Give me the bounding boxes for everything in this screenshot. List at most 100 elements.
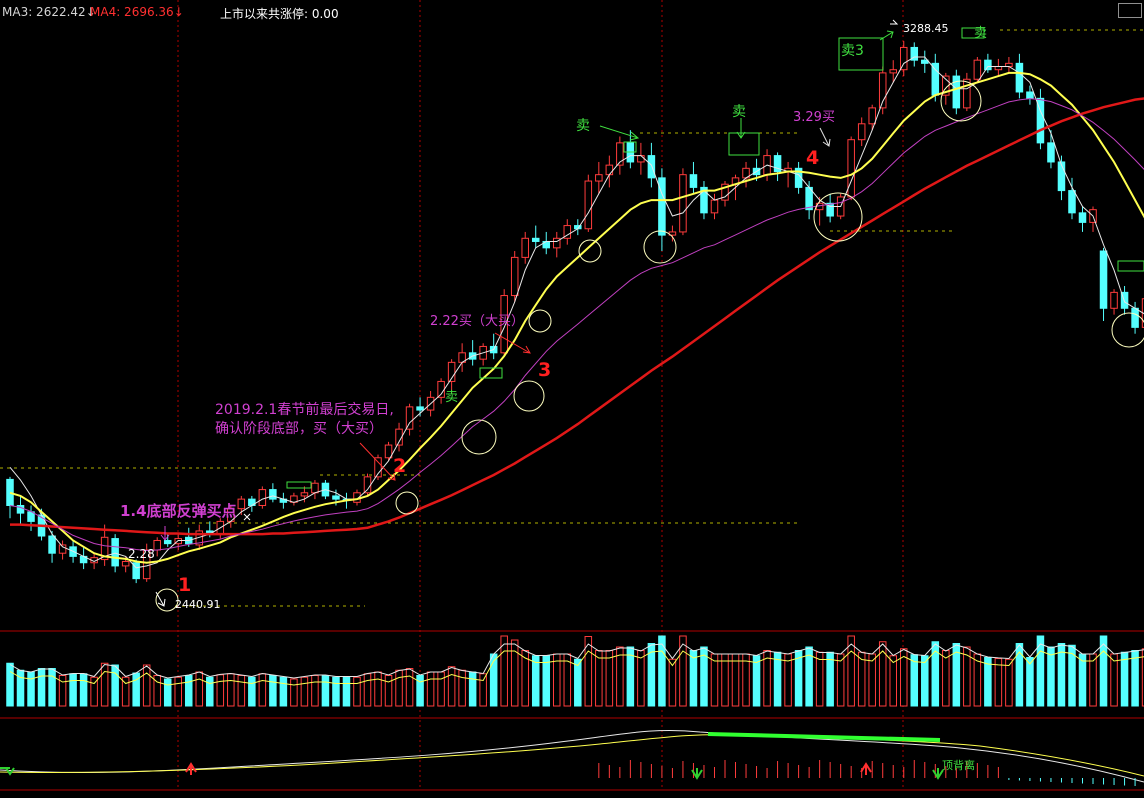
volume-bar (942, 650, 950, 707)
volume-bar (1089, 653, 1097, 707)
limit-up-count: 上市以来共涨停: 0.00 (220, 7, 339, 21)
signal-up-arrow-icon (185, 762, 197, 775)
candle-body (237, 498, 246, 510)
corner-box-icon[interactable] (1118, 3, 1142, 18)
volume-bar (416, 675, 424, 707)
volume-bar (921, 655, 929, 707)
volume-bar (574, 658, 582, 707)
volume-bar (363, 673, 372, 707)
volume-bar (1078, 653, 1087, 707)
volume-bar (6, 662, 14, 707)
volume-bar (836, 653, 845, 707)
kline-chart-canvas[interactable] (0, 0, 1144, 794)
annotation-spring-line1: 2019.2.1春节前最后交易日, (215, 402, 394, 418)
ma4-readout: MA4: 2696.36↓ (90, 5, 184, 19)
volume-bar (142, 664, 151, 707)
candle-body (521, 237, 529, 258)
volume-bar (731, 653, 740, 707)
annotation-buy-329: 3.29买 (793, 110, 835, 125)
marker-number-3: 3 (538, 359, 552, 381)
volume-bar (100, 662, 109, 707)
marker-number-2: 2 (393, 455, 407, 477)
arrow-icon (599, 125, 640, 141)
circle-marker (1111, 312, 1144, 348)
ma3-readout: MA3: 2622.42↓ (2, 5, 96, 19)
candle-body (1068, 190, 1076, 214)
candle-body (1110, 291, 1118, 309)
volume-bar (237, 675, 246, 707)
candle-body (1015, 62, 1024, 93)
volume-bar (58, 675, 67, 707)
volume-bar (468, 671, 477, 707)
stock-chart[interactable]: MA3: 2622.42↓ MA4: 2696.36↓ 上市以来共涨停: 0.0… (0, 0, 1144, 794)
circle-marker (513, 380, 545, 412)
volume-bar (994, 658, 1003, 707)
candle-body (931, 62, 940, 96)
volume-bar (342, 676, 351, 707)
candle-body (584, 180, 593, 230)
arrow-icon (155, 591, 166, 607)
candle-body (416, 406, 424, 411)
annotation-sell-small-1: 卖 (445, 390, 459, 405)
volume-bar (815, 651, 824, 707)
volume-bar (174, 676, 182, 707)
signal-down-arrow-icon (0, 767, 15, 776)
volume-bar (595, 650, 603, 707)
volume-bar (531, 655, 540, 707)
sell-box (479, 367, 503, 379)
volume-bar (27, 671, 35, 707)
volume-bar (1068, 644, 1076, 707)
volume-bar (332, 676, 340, 707)
volume-bar (437, 671, 445, 707)
candle-body (857, 123, 866, 141)
candle-body (637, 155, 645, 163)
annotation-buy-222: 2.22买（大买） (430, 314, 524, 329)
candle-body (363, 476, 372, 494)
volume-bar (1110, 653, 1118, 707)
annotation-sell-2: 卖 (732, 104, 746, 120)
cross-marker-icon (243, 513, 251, 521)
candle-body (889, 69, 897, 74)
candle-body (1026, 91, 1034, 99)
candle-body (48, 535, 56, 554)
volume-bar (458, 669, 466, 707)
candle-body (531, 237, 540, 242)
candle-body (1131, 307, 1139, 328)
candle-body (984, 59, 992, 71)
marker-number-1: 1 (178, 574, 192, 596)
volume-bar (710, 653, 719, 707)
candle-body (899, 46, 908, 71)
volume-bar (1015, 643, 1024, 707)
candle-body (153, 539, 161, 551)
volume-bar (984, 657, 992, 707)
volume-bar (542, 655, 551, 707)
sell-box (286, 481, 312, 489)
volume-bar (279, 676, 288, 707)
ma4-arrow-icon: ↓ (173, 5, 184, 19)
circle-marker (461, 419, 497, 455)
volume-bar (206, 676, 214, 707)
volume-bar (1047, 646, 1055, 707)
volume-bar (405, 668, 414, 707)
volume-bar (1026, 657, 1034, 707)
ma-line-magenta (9, 98, 1144, 552)
annotation-price-228: 2.28 (128, 547, 155, 561)
candle-body (111, 538, 119, 567)
volume-bars (6, 635, 1144, 707)
volume-bar (311, 675, 319, 707)
ma-line-ma4 (10, 97, 1144, 536)
volume-bar (689, 650, 698, 707)
volume-bar (353, 676, 361, 707)
candle-body (163, 539, 172, 545)
volume-bar (384, 675, 393, 707)
candle-body (595, 174, 603, 182)
volume-bar (910, 654, 919, 707)
marker-number-4: 4 (806, 147, 820, 169)
annotation-low-price: 2440.91 (175, 598, 221, 611)
volume-bar (184, 675, 193, 707)
volume-bar (374, 671, 382, 707)
volume-bar (321, 675, 330, 707)
candle-body (405, 406, 414, 430)
arrow-icon (819, 127, 831, 147)
candle-body (258, 489, 267, 506)
